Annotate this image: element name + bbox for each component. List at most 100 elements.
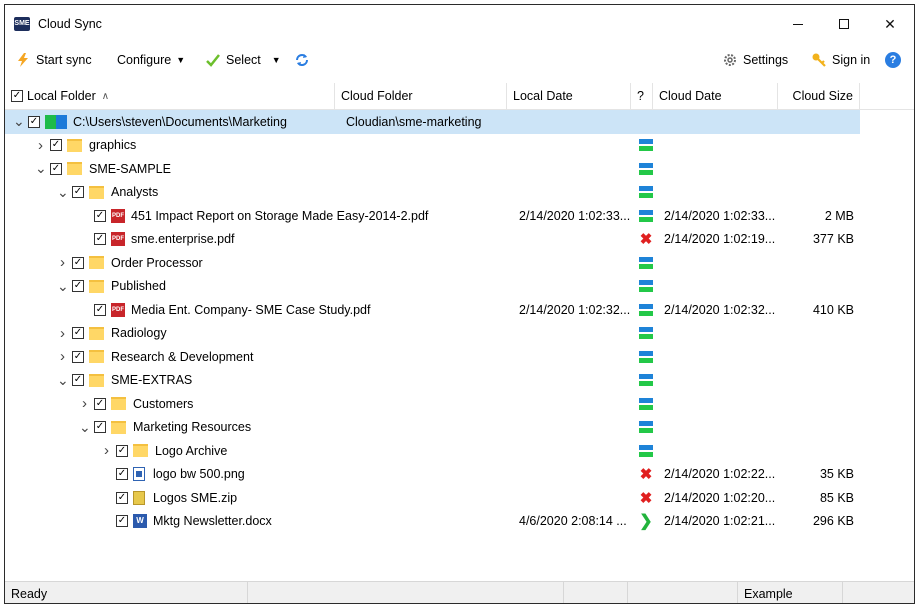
status-cell [639,157,653,181]
item-checkbox[interactable]: ✓ [28,115,40,128]
folder-icon [67,138,82,152]
select-all-checkbox[interactable]: ✓ [11,90,23,102]
chevron-right-icon[interactable]: › [101,442,112,459]
header-status[interactable]: ? [631,83,653,109]
start-sync-button[interactable]: Start sync [15,51,92,69]
item-checkbox[interactable]: ✓ [94,233,106,246]
item-checkbox[interactable]: ✓ [72,280,84,293]
item-checkbox[interactable]: ✓ [94,303,106,316]
tree-row-file[interactable]: ✓ PDF 451 Impact Report on Storage Made Ea… [5,204,860,228]
header-cloud-date[interactable]: Cloud Date [653,83,778,109]
chevron-right-icon[interactable]: › [57,325,68,342]
item-checkbox[interactable]: ✓ [94,421,106,434]
status-cell [639,416,653,440]
status-cell [639,181,653,205]
item-checkbox[interactable]: ✓ [50,139,62,152]
tree-row-root[interactable]: ⌄ ✓ C:\Users\steven\Documents\Marketing Clo… [5,110,860,134]
header-cloud-date-label: Cloud Date [659,89,722,103]
header-cloud-folder[interactable]: Cloud Folder [335,83,507,109]
key-icon [812,53,826,67]
status-text: Ready [5,582,248,603]
close-button[interactable]: ✕ [867,5,913,43]
synced-status-icon [639,374,653,387]
status-cell: ✖ [639,486,653,510]
synced-status-icon [639,256,653,269]
item-checkbox[interactable]: ✓ [72,350,84,363]
chevron-right-icon[interactable]: › [35,137,46,154]
chevron-down-icon[interactable]: ⌄ [57,278,69,295]
item-checkbox[interactable]: ✓ [72,374,84,387]
tree-row-folder[interactable]: › ✓ Customers [5,392,860,416]
tree-row-file[interactable]: ✓ logo bw 500.png ✖ 2/14/2020 1:02:22... 35 … [5,463,860,487]
tree-row-folder[interactable]: › ✓ Radiology [5,322,860,346]
item-checkbox[interactable]: ✓ [72,256,84,269]
item-checkbox[interactable]: ✓ [72,327,84,340]
header-local-date-label: Local Date [513,89,573,103]
local-folder-cell: ✓ Logos SME.zip [101,486,237,510]
chevron-down-icon[interactable]: ⌄ [35,160,47,177]
status-cell: ❯ [639,510,653,534]
chevron-down-icon[interactable]: ⌄ [57,184,69,201]
refresh-button[interactable] [294,51,310,69]
item-name: Marketing Resources [133,420,252,435]
tree-row-folder[interactable]: › ✓ graphics [5,134,860,158]
refresh-icon [296,54,308,66]
chevron-down-icon[interactable]: ⌄ [79,419,91,436]
tree-row-folder[interactable]: › ✓ Logo Archive [5,439,860,463]
tree-row-folder[interactable]: ⌄ ✓ Published [5,275,860,299]
item-name: SME-SAMPLE [89,161,171,176]
chevron-right-icon[interactable]: › [79,395,90,412]
item-name: SME-EXTRAS [111,373,193,388]
header-local-folder[interactable]: ✓ Local Folder ∧ [5,83,335,109]
cloud-date-cell: 2/14/2020 1:02:33... [664,208,776,223]
synced-status-icon [639,186,653,199]
tree-row-folder[interactable]: ⌄ ✓ Marketing Resources [5,416,860,440]
sign-in-button[interactable]: Sign in [811,51,870,69]
header-cloud-size[interactable]: Cloud Size [778,83,860,109]
chevron-right-icon[interactable]: › [57,254,68,271]
tree-row-folder[interactable]: › ✓ Order Processor [5,251,860,275]
item-checkbox[interactable]: ✓ [94,209,106,222]
tree-row-folder[interactable]: › ✓ Research & Development [5,345,860,369]
tree-row-file[interactable]: ✓ PDF Media Ent. Company- SME Case Study.p… [5,298,860,322]
item-checkbox[interactable]: ✓ [50,162,62,175]
local-folder-cell: ⌄ ✓ SME-EXTRAS [57,369,192,393]
item-name: Logo Archive [155,443,228,458]
tree-row-folder[interactable]: ⌄ ✓ Analysts [5,181,860,205]
item-checkbox[interactable]: ✓ [116,491,128,504]
item-checkbox[interactable]: ✓ [94,397,106,410]
tree-row-file[interactable]: ✓ PDF sme.enterprise.pdf ✖ 2/14/2020 1:02:19… [5,228,860,252]
tree-row-file[interactable]: ✓ Logos SME.zip ✖ 2/14/2020 1:02:20... 85 KB [5,486,860,510]
local-folder-cell: ✓ logo bw 500.png [101,463,245,487]
item-checkbox[interactable]: ✓ [116,515,128,528]
cloud-size-cell [778,110,854,134]
status-section [564,582,628,603]
tree-row-file[interactable]: ✓ W Mktg Newsletter.docx 4/6/2020 2:08:14 .… [5,510,860,534]
help-button[interactable]: ? [885,51,901,69]
settings-button[interactable]: Settings [722,51,788,69]
item-checkbox[interactable]: ✓ [116,468,128,481]
settings-label: Settings [743,53,789,67]
tree-row-folder[interactable]: ⌄ ✓ SME-SAMPLE [5,157,860,181]
cloud-size-cell [778,369,854,393]
minimize-button[interactable] [775,5,821,43]
maximize-button[interactable] [821,5,867,43]
pdf-file-icon: PDF [111,232,125,247]
delete-status-icon: ✖ [639,466,653,484]
local-folder-cell: › ✓ Customers [79,392,193,416]
folder-icon [89,373,104,387]
synced-status-icon [639,421,653,434]
chevron-right-icon[interactable]: › [57,348,68,365]
tree-row-folder[interactable]: ⌄ ✓ SME-EXTRAS [5,369,860,393]
cloud-sync-window: SME Cloud Sync ✕ Start sync Configure ▼ … [4,4,915,604]
select-button[interactable]: Select ▼ [205,51,281,69]
configure-button[interactable]: Configure ▼ [117,51,185,69]
item-name: Order Processor [111,255,203,270]
pdf-file-icon: PDF [111,302,125,317]
chevron-down-icon[interactable]: ⌄ [13,113,25,130]
local-folder-cell: ✓ PDF sme.enterprise.pdf [79,228,235,252]
item-checkbox[interactable]: ✓ [72,186,84,199]
header-local-date[interactable]: Local Date [507,83,631,109]
chevron-down-icon[interactable]: ⌄ [57,372,69,389]
item-checkbox[interactable]: ✓ [116,444,128,457]
